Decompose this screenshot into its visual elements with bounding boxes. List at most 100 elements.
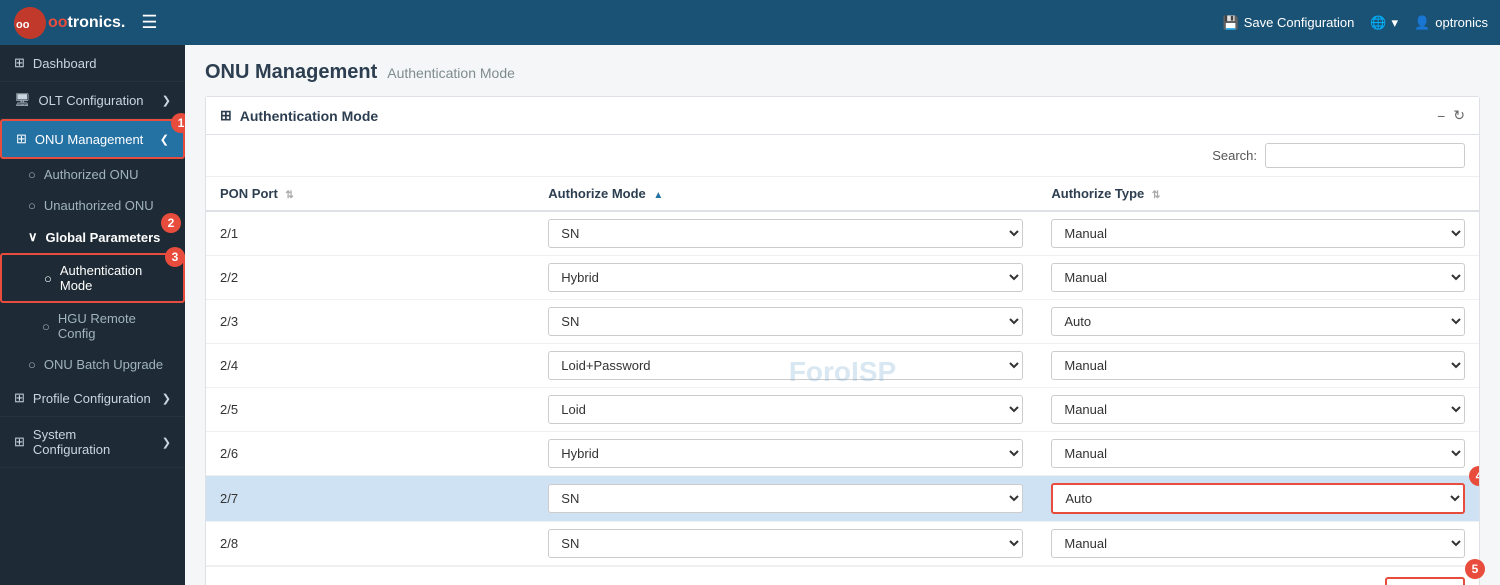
language-selector[interactable]: 🌐 ▾: [1370, 15, 1398, 31]
authorize-mode-select[interactable]: SNHybridLoid+PasswordLoidSN+Password: [548, 307, 1023, 336]
authorize-mode-select[interactable]: SNHybridLoid+PasswordLoidSN+Password: [548, 351, 1023, 380]
authorize-type-select[interactable]: ManualAuto: [1051, 395, 1465, 424]
refresh-icon[interactable]: ↻: [1453, 107, 1465, 124]
table-row: 2/8SNHybridLoid+PasswordLoidSN+PasswordM…: [206, 522, 1479, 566]
annotation-2: 2: [161, 213, 181, 233]
panel-header: ⊞ Authentication Mode − ↻: [206, 97, 1479, 135]
onu-management-icon: ⊞: [16, 131, 27, 147]
sort-icon-type[interactable]: ⇅: [1152, 190, 1160, 201]
sidebar-label-onu-batch: ONU Batch Upgrade: [44, 357, 163, 372]
page-title-main: ONU Management: [205, 61, 377, 84]
search-label: Search:: [1212, 148, 1257, 163]
sidebar-item-unauthorized-onu[interactable]: ○ Unauthorized ONU: [0, 190, 185, 221]
authorize-type-select[interactable]: ManualAuto: [1051, 307, 1465, 336]
sidebar-label-authorized-onu: Authorized ONU: [44, 167, 139, 182]
unauthorized-onu-icon: ○: [28, 198, 36, 213]
auth-mode-icon: ○: [44, 271, 52, 286]
save-config-label: Save Configuration: [1244, 15, 1355, 30]
brand-name: oo: [48, 14, 68, 32]
cell-authorize-type: ManualAuto: [1037, 300, 1479, 344]
authorize-type-select[interactable]: ManualAuto: [1051, 263, 1465, 292]
authorize-type-select[interactable]: ManualAuto: [1051, 483, 1465, 514]
language-icon: 🌐: [1370, 15, 1386, 31]
system-config-arrow: ❯: [162, 436, 171, 449]
navbar-left: oo ootronics. ☰: [12, 5, 157, 41]
authorized-onu-icon: ○: [28, 167, 36, 182]
panel-title-label: Authentication Mode: [240, 108, 378, 124]
sidebar-label-profile-config: Profile Configuration: [33, 391, 154, 406]
cell-authorize-mode: SNHybridLoid+PasswordLoidSN+Password: [534, 300, 1037, 344]
username-label: optronics: [1435, 15, 1488, 30]
table-row: 2/4 SNHybridLoid+PasswordLoidSN+Password M…: [206, 344, 1479, 388]
col-pon-port: PON Port ⇅: [206, 177, 534, 211]
search-bar: Search:: [206, 135, 1479, 177]
sidebar-item-system-config[interactable]: ⊞ System Configuration ❯: [0, 417, 185, 468]
sidebar-item-profile-config[interactable]: ⊞ Profile Configuration ❯: [0, 380, 185, 417]
sidebar-item-onu-batch[interactable]: ○ ONU Batch Upgrade: [0, 349, 185, 380]
sidebar-item-authorized-onu[interactable]: ○ Authorized ONU: [0, 159, 185, 190]
onu-management-arrow: ❮: [160, 133, 169, 146]
table-row: 2/5SNHybridLoid+PasswordLoidSN+PasswordM…: [206, 388, 1479, 432]
table-row: 2/7SNHybridLoid+PasswordLoidSN+Password4…: [206, 476, 1479, 522]
save-config-button[interactable]: 💾 Save Configuration: [1223, 15, 1355, 31]
cell-pon-port: 2/2: [206, 256, 534, 300]
annotation-5: 5: [1465, 559, 1485, 579]
table-row: 2/2 SNHybridLoid+PasswordLoidSN+Password M…: [206, 256, 1479, 300]
cell-authorize-type: ManualAuto: [1037, 211, 1479, 256]
user-menu[interactable]: 👤 optronics: [1414, 15, 1488, 31]
sidebar-item-auth-mode[interactable]: ○ Authentication Mode 3: [0, 253, 185, 303]
authorize-mode-select[interactable]: SNHybridLoid+PasswordLoidSN+Password: [548, 219, 1023, 248]
table-row: 2/1SNHybridLoid+PasswordLoidSN+PasswordM…: [206, 211, 1479, 256]
authorize-type-select[interactable]: ManualAuto: [1051, 439, 1465, 468]
cell-pon-port: 2/4: [206, 344, 534, 388]
minimize-icon[interactable]: −: [1437, 108, 1445, 124]
submit-button[interactable]: Submit: [1385, 577, 1465, 585]
sort-icon-mode[interactable]: ▲: [653, 190, 663, 201]
olt-config-icon: 🖥: [14, 92, 31, 108]
profile-config-arrow: ❯: [162, 392, 171, 405]
authorize-type-select[interactable]: ManualAuto: [1051, 219, 1465, 248]
sort-icon-pon[interactable]: ⇅: [285, 190, 293, 201]
navbar-right: 💾 Save Configuration 🌐 ▾ 👤 optronics: [1223, 15, 1488, 31]
cell-authorize-type: ManualAuto: [1037, 256, 1479, 300]
table-header-row: PON Port ⇅ Authorize Mode ▲ Authorize Ty…: [206, 177, 1479, 211]
sidebar: ⊞ Dashboard 🖥 OLT Configuration ❯ ⊞ ONU …: [0, 45, 185, 585]
content-area: ONU Management Authentication Mode ⊞ Aut…: [185, 45, 1500, 585]
sidebar-item-dashboard[interactable]: ⊞ Dashboard: [0, 45, 185, 82]
authorize-mode-select[interactable]: SNHybridLoid+PasswordLoidSN+Password: [548, 395, 1023, 424]
sidebar-item-olt-config[interactable]: 🖥 OLT Configuration ❯: [0, 82, 185, 119]
page-title-sub: Authentication Mode: [387, 65, 515, 81]
cell-pon-port: 2/3: [206, 300, 534, 344]
sidebar-item-global-params[interactable]: ∨ Global Parameters 2: [0, 221, 185, 253]
onu-batch-icon: ○: [28, 357, 36, 372]
grid-icon: ⊞: [220, 107, 232, 124]
authorize-mode-select[interactable]: SNHybridLoid+PasswordLoidSN+Password: [548, 484, 1023, 513]
main-panel: ⊞ Authentication Mode − ↻ Search: ForoIS…: [205, 96, 1480, 585]
authorize-type-select[interactable]: ManualAuto: [1051, 529, 1465, 558]
cell-authorize-mode: SNHybridLoid+PasswordLoidSN+Password: [534, 211, 1037, 256]
col-authorize-mode: Authorize Mode ▲: [534, 177, 1037, 211]
global-params-expand-icon: ∨: [28, 229, 38, 245]
sidebar-item-hgu-remote[interactable]: ○ HGU Remote Config: [0, 303, 185, 349]
main-layout: ⊞ Dashboard 🖥 OLT Configuration ❯ ⊞ ONU …: [0, 45, 1500, 585]
cell-authorize-mode: SNHybridLoid+PasswordLoidSN+Password: [534, 476, 1037, 522]
authorize-type-select[interactable]: ManualAuto: [1051, 351, 1465, 380]
annotation-1: 1: [171, 113, 185, 133]
hamburger-icon[interactable]: ☰: [141, 12, 157, 33]
panel-title: ⊞ Authentication Mode: [220, 107, 378, 124]
cell-authorize-type: 4ManualAuto: [1037, 476, 1479, 522]
navbar: oo ootronics. ☰ 💾 Save Configuration 🌐 ▾…: [0, 0, 1500, 45]
search-input[interactable]: [1265, 143, 1465, 168]
authorize-mode-select[interactable]: SNHybridLoid+PasswordLoidSN+Password: [548, 263, 1023, 292]
panel-footer: Submit 5: [206, 566, 1479, 585]
sidebar-item-onu-management[interactable]: ⊞ ONU Management ❮ 1: [0, 119, 185, 159]
authorize-mode-select[interactable]: SNHybridLoid+PasswordLoidSN+Password: [548, 439, 1023, 468]
save-icon: 💾: [1223, 15, 1239, 31]
col-authorize-type: Authorize Type ⇅: [1037, 177, 1479, 211]
user-icon: 👤: [1414, 15, 1430, 31]
profile-config-icon: ⊞: [14, 390, 25, 406]
cell-authorize-type: ManualAuto: [1037, 522, 1479, 566]
authorize-mode-select[interactable]: SNHybridLoid+PasswordLoidSN+Password: [548, 529, 1023, 558]
table-wrap: PON Port ⇅ Authorize Mode ▲ Authorize Ty…: [206, 177, 1479, 566]
sidebar-label-hgu-remote: HGU Remote Config: [58, 311, 171, 341]
